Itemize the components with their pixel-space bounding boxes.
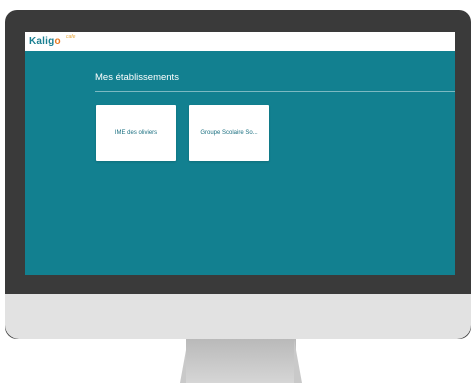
establishment-card-label: Groupe Scolaire So... (200, 130, 258, 136)
monitor-stand-edge-right (294, 339, 302, 383)
page-title: Mes établissements (95, 72, 179, 83)
establishment-card-label: IME des oliviers (114, 130, 158, 136)
app-screen: Kaligo cafe Mes établissements IME des o… (25, 32, 455, 275)
logo-text: Kalig (29, 36, 55, 47)
monitor-mockup: Kaligo cafe Mes établissements IME des o… (0, 0, 471, 383)
establishment-card-groupe-scolaire[interactable]: Groupe Scolaire So... (189, 105, 269, 161)
top-bar: Kaligo cafe (25, 32, 455, 51)
logo-text-o: o (54, 36, 61, 47)
logo-superscript: cafe (66, 34, 76, 40)
establishment-card-ime-des-oliviers[interactable]: IME des oliviers (96, 105, 176, 161)
app-logo[interactable]: Kaligo (29, 36, 61, 47)
monitor-stand (186, 339, 296, 383)
title-divider (95, 91, 455, 92)
monitor-chin (5, 294, 471, 339)
